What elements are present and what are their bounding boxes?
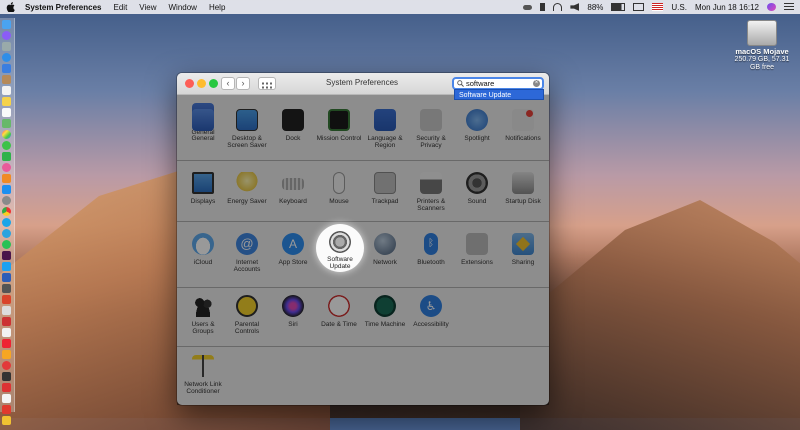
minimize-button[interactable] <box>197 79 206 88</box>
photos-icon[interactable] <box>2 130 11 139</box>
show-all-button[interactable] <box>258 77 276 90</box>
software-update-gear-icon <box>329 231 351 253</box>
messages-icon[interactable] <box>2 141 11 150</box>
app-icon-5[interactable] <box>2 317 11 326</box>
app-icon-11[interactable] <box>2 383 11 392</box>
wifi-icon[interactable] <box>553 3 563 11</box>
itunes-icon[interactable] <box>2 163 11 172</box>
calendar-icon[interactable] <box>2 86 11 95</box>
battery-percent[interactable]: 88% <box>587 3 603 12</box>
status-area: 88% U.S. Mon Jun 18 16:12 <box>523 3 794 12</box>
reminders-icon[interactable] <box>2 108 11 117</box>
bluetooth-icon[interactable] <box>540 3 546 11</box>
whatsapp-icon[interactable] <box>2 240 11 249</box>
chrome-icon[interactable] <box>2 207 11 216</box>
skype-icon[interactable] <box>2 218 11 227</box>
back-button[interactable]: ‹ <box>221 77 235 90</box>
sysprefs-dock-icon[interactable] <box>2 196 11 205</box>
desktop-drive[interactable]: macOS Mojave 250.79 GB, 57.31 GB free <box>730 20 794 72</box>
appstore-dock-icon[interactable] <box>2 185 11 194</box>
menu-window[interactable]: Window <box>169 3 197 12</box>
app-icon-14[interactable] <box>2 416 11 425</box>
apple-menu-icon[interactable] <box>6 2 15 12</box>
app-icon-10[interactable] <box>2 372 11 381</box>
app-menu[interactable]: System Preferences <box>25 3 102 12</box>
mail-icon[interactable] <box>2 64 11 73</box>
app-icon-7[interactable] <box>2 339 11 348</box>
drive-info: 250.79 GB, 57.31 GB free <box>734 56 790 71</box>
notification-center-icon[interactable] <box>784 3 794 11</box>
facetime-icon[interactable] <box>2 152 11 161</box>
app-icon-13[interactable] <box>2 405 11 414</box>
volume-icon[interactable] <box>570 3 580 11</box>
drive-name: macOS Mojave <box>735 47 789 56</box>
menubar-clock[interactable]: Mon Jun 18 16:12 <box>695 3 759 12</box>
menu-edit[interactable]: Edit <box>114 3 128 12</box>
notes-icon[interactable] <box>2 97 11 106</box>
menu-help[interactable]: Help <box>209 3 225 12</box>
telegram-icon[interactable] <box>2 229 11 238</box>
search-suggestion-item[interactable]: Software Update <box>454 89 544 100</box>
battery-icon[interactable] <box>611 3 626 11</box>
app-icon-6[interactable] <box>2 328 11 337</box>
safari-icon[interactable] <box>2 53 11 62</box>
pane-label-software-update: Software Update <box>327 256 353 270</box>
grid-icon <box>262 82 272 89</box>
app-icon-3[interactable] <box>2 295 11 304</box>
maps-icon[interactable] <box>2 119 11 128</box>
app-icon-12[interactable] <box>2 394 11 403</box>
row-divider <box>177 346 549 347</box>
window-title: System Preferences <box>325 78 399 87</box>
desert-dune-right <box>520 200 800 430</box>
input-source[interactable]: U.S. <box>671 3 687 12</box>
finder-icon[interactable] <box>2 20 11 29</box>
search-icon <box>457 80 464 87</box>
zoom-button[interactable] <box>209 79 218 88</box>
contacts-icon[interactable] <box>2 75 11 84</box>
app-icon-9[interactable] <box>2 361 11 370</box>
twitter-icon[interactable] <box>2 262 11 271</box>
dock <box>0 18 15 425</box>
row-divider <box>177 287 549 288</box>
app-icon-2[interactable] <box>2 284 11 293</box>
row-divider <box>177 221 549 222</box>
us-flag-icon[interactable] <box>652 3 664 11</box>
slack-icon[interactable] <box>2 251 11 260</box>
pane-software-update[interactable]: Software Update <box>316 224 364 272</box>
books-icon[interactable] <box>2 174 11 183</box>
close-button[interactable] <box>185 79 194 88</box>
search-input-value[interactable]: software <box>466 79 494 88</box>
siri-icon[interactable] <box>767 3 776 11</box>
siri-dock-icon[interactable] <box>2 31 11 40</box>
cloud-icon[interactable] <box>523 4 533 10</box>
menu-view[interactable]: View <box>139 3 156 12</box>
launchpad-icon[interactable] <box>2 42 11 51</box>
hard-drive-icon <box>747 20 777 46</box>
clear-search-icon[interactable]: × <box>533 80 540 87</box>
row-divider <box>177 160 549 161</box>
app-icon-1[interactable] <box>2 273 11 282</box>
airplay-icon[interactable] <box>633 3 645 11</box>
app-icon-8[interactable] <box>2 350 11 359</box>
menu-bar: System Preferences Edit View Window Help… <box>0 0 800 14</box>
app-icon-4[interactable] <box>2 306 11 315</box>
forward-button[interactable]: › <box>236 77 250 90</box>
